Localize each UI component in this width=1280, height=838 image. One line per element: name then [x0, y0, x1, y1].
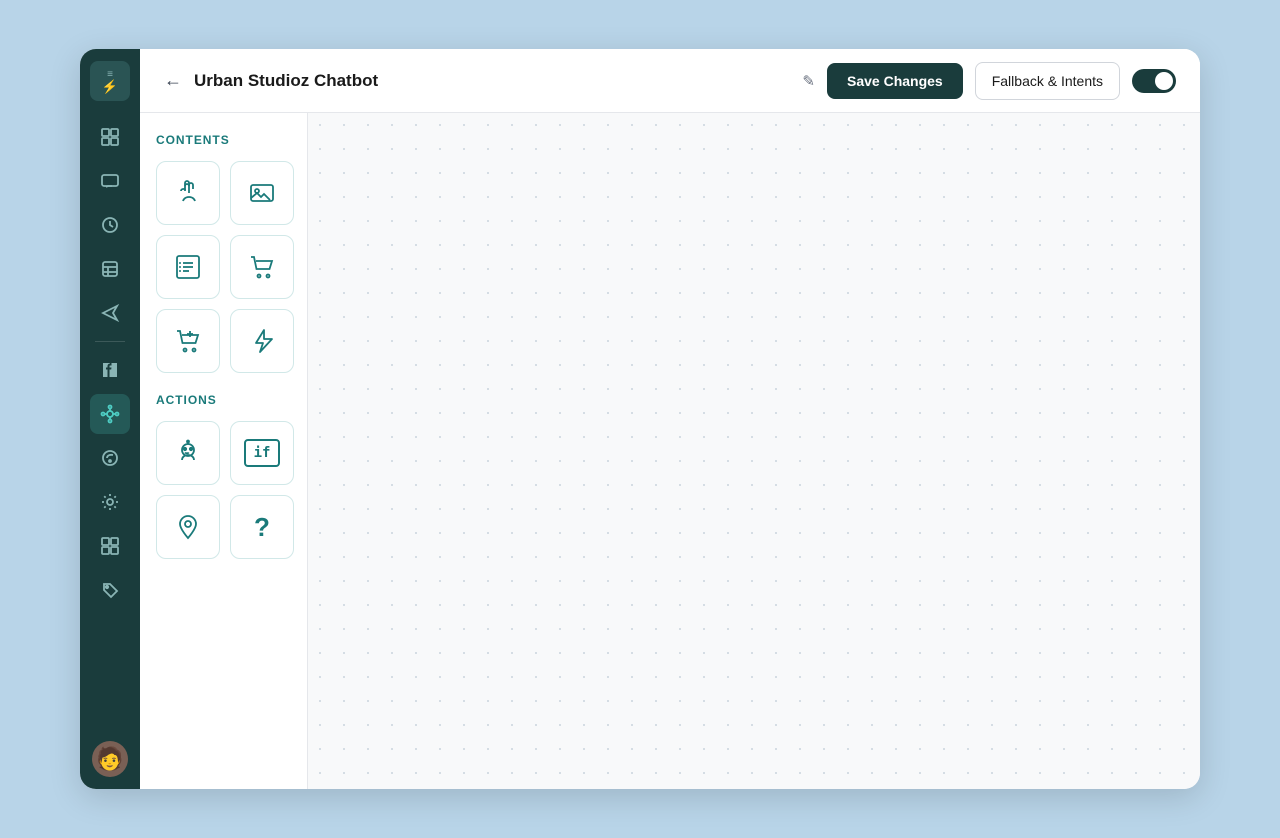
sidebar-item-chat-bubble[interactable]: [90, 438, 130, 478]
actions-grid: if ?: [156, 421, 291, 559]
sidebar-item-send[interactable]: [90, 293, 130, 333]
user-avatar[interactable]: 🧑: [92, 741, 128, 777]
action-item-condition[interactable]: if: [230, 421, 294, 485]
sidebar-item-contacts[interactable]: [90, 249, 130, 289]
sidebar-item-integrations[interactable]: [90, 394, 130, 434]
action-item-question[interactable]: ?: [230, 495, 294, 559]
logo: ≡ ⚡: [90, 61, 130, 101]
save-button[interactable]: Save Changes: [827, 63, 963, 99]
sidebar-item-tags[interactable]: [90, 570, 130, 610]
contents-grid: [156, 161, 291, 373]
header-actions: Save Changes Fallback & Intents: [827, 62, 1176, 100]
active-toggle[interactable]: [1132, 69, 1176, 93]
content-item-shop-cart[interactable]: [156, 309, 220, 373]
sidebar-item-history[interactable]: [90, 205, 130, 245]
header: ← Urban Studioz Chatbot ✎ Save Changes F…: [140, 49, 1200, 113]
content-item-image[interactable]: [230, 161, 294, 225]
sidebar: ≡ ⚡: [80, 49, 140, 789]
flow-canvas[interactable]: [308, 113, 1200, 789]
fallback-button[interactable]: Fallback & Intents: [975, 62, 1120, 100]
sidebar-item-blocks[interactable]: [90, 526, 130, 566]
action-item-bot[interactable]: [156, 421, 220, 485]
app-window: ≡ ⚡: [80, 49, 1200, 789]
back-button[interactable]: ←: [164, 70, 182, 91]
toggle-thumb: [1155, 72, 1173, 90]
edit-icon[interactable]: ✎: [802, 72, 815, 90]
sidebar-item-chat[interactable]: [90, 161, 130, 201]
content-item-gesture[interactable]: [156, 161, 220, 225]
content-item-flash[interactable]: [230, 309, 294, 373]
sidebar-item-settings[interactable]: [90, 482, 130, 522]
action-item-location[interactable]: [156, 495, 220, 559]
sidebar-item-grid[interactable]: [90, 117, 130, 157]
actions-section-title: ACTIONS: [156, 393, 291, 407]
toggle-track: [1132, 69, 1176, 93]
sidebar-divider: [95, 341, 125, 342]
content-item-cart[interactable]: [230, 235, 294, 299]
contents-section-title: CONTENTS: [156, 133, 291, 147]
avatar-icon: 🧑: [96, 746, 123, 772]
page-title: Urban Studioz Chatbot: [194, 71, 784, 91]
sidebar-item-facebook[interactable]: [90, 350, 130, 390]
canvas-area: CONTENTS: [140, 113, 1200, 789]
main-content: ← Urban Studioz Chatbot ✎ Save Changes F…: [140, 49, 1200, 789]
components-panel: CONTENTS: [140, 113, 308, 789]
logo-icon: ≡ ⚡: [102, 70, 118, 93]
content-item-list[interactable]: [156, 235, 220, 299]
